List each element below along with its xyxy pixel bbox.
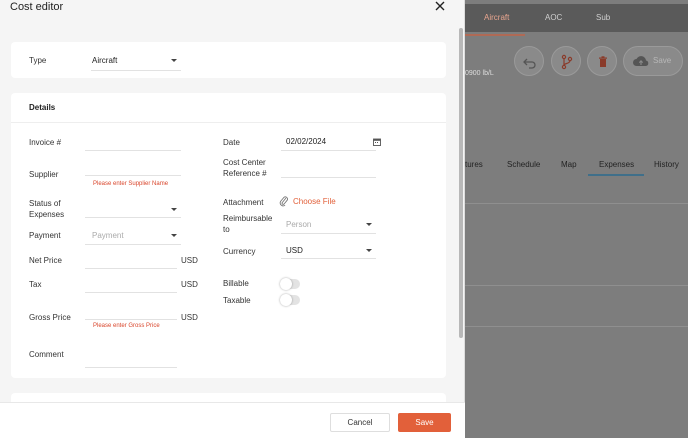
toggle-knob (280, 278, 292, 290)
subtab-features[interactable]: tures (465, 160, 483, 169)
subtab-schedule[interactable]: Schedule (507, 160, 540, 169)
paperclip-icon (279, 196, 288, 207)
tab-sub[interactable]: Sub (596, 13, 610, 22)
attachment-label: Attachment (223, 198, 264, 207)
subtab-underline (588, 174, 644, 176)
currency-value: USD (286, 246, 303, 255)
net-price-input[interactable] (85, 251, 177, 269)
background-save-label: Save (653, 56, 672, 65)
choose-file-label: Choose File (293, 197, 336, 206)
chevron-down-icon (366, 249, 372, 252)
billable-toggle[interactable] (280, 278, 300, 290)
choose-file-button[interactable]: Choose File (279, 195, 339, 209)
divider (465, 326, 688, 327)
branch-button[interactable] (551, 46, 581, 76)
divider (465, 203, 688, 204)
comment-label: Comment (29, 350, 64, 359)
close-icon[interactable] (433, 0, 447, 14)
chevron-down-icon (171, 208, 177, 211)
weight-text: 0900 lb/L (465, 70, 494, 77)
tax-unit: USD (181, 280, 198, 289)
supplier-input[interactable] (85, 159, 181, 177)
chevron-down-icon (171, 59, 177, 62)
details-card: Details Invoice # Supplier Please enter … (11, 93, 446, 378)
cancel-button[interactable]: Cancel (330, 413, 390, 432)
chevron-down-icon (171, 234, 177, 237)
currency-label: Currency (223, 247, 256, 256)
background-app: Aircraft AOC Sub 0900 lb/L Save tures Sc… (465, 0, 688, 438)
date-label: Date (223, 138, 240, 147)
date-input[interactable]: 02/02/2024 (281, 133, 381, 151)
undo-icon (523, 58, 536, 69)
gross-price-input[interactable] (85, 308, 177, 320)
cost-center-label: Cost Center Reference # (223, 158, 267, 178)
currency-select[interactable]: USD (281, 241, 376, 259)
tab-aoc[interactable]: AOC (545, 13, 562, 22)
reimbursable-select[interactable]: Person (281, 217, 376, 234)
supplier-error: Please enter Supplier Name (93, 181, 169, 187)
gross-price-unit: USD (181, 313, 198, 322)
background-tab-bar: Aircraft AOC Sub (465, 4, 688, 36)
supplier-label: Supplier (29, 170, 59, 179)
subtab-history[interactable]: History (654, 160, 679, 169)
net-price-label: Net Price (29, 256, 62, 265)
reimbursable-placeholder: Person (286, 220, 312, 229)
payment-label: Payment (29, 231, 61, 240)
cloud-upload-icon (633, 56, 649, 66)
type-label: Type (29, 56, 47, 65)
gross-price-error: Please enter Gross Price (93, 323, 160, 329)
type-value: Aircraft (92, 56, 118, 65)
tax-label: Tax (29, 280, 42, 289)
drawer-footer: Cancel Save (0, 402, 465, 438)
details-title: Details (29, 103, 56, 112)
type-card: Type Aircraft (11, 42, 446, 78)
status-label: Status of Expenses (29, 199, 65, 219)
taxable-toggle[interactable] (280, 294, 300, 306)
trash-icon (599, 56, 607, 67)
branch-icon (561, 54, 573, 70)
comment-input[interactable] (85, 347, 177, 368)
section-divider (11, 122, 446, 123)
divider (465, 285, 688, 286)
date-value: 02/02/2024 (286, 137, 327, 146)
cost-center-input[interactable] (281, 159, 376, 178)
status-select[interactable] (85, 198, 181, 218)
taxable-label: Taxable (223, 296, 251, 305)
tab-underline (465, 34, 525, 36)
payment-placeholder: Payment (92, 231, 124, 240)
chevron-down-icon (366, 223, 372, 226)
drawer-title: Cost editor (10, 1, 64, 13)
type-select[interactable]: Aircraft (91, 50, 181, 71)
reimbursable-label: Reimbursable to (223, 214, 273, 234)
billable-label: Billable (223, 279, 249, 288)
payment-select[interactable]: Payment (85, 227, 181, 245)
delete-button[interactable] (587, 46, 617, 76)
calendar-icon[interactable] (373, 138, 381, 146)
tab-aircraft[interactable]: Aircraft (484, 13, 509, 22)
save-button[interactable]: Save (398, 413, 451, 432)
scrollbar[interactable] (459, 28, 463, 338)
invoice-input[interactable] (85, 133, 181, 151)
subtab-map[interactable]: Map (561, 160, 577, 169)
invoice-label: Invoice # (29, 138, 62, 147)
background-save-button[interactable]: Save (623, 46, 683, 76)
toggle-knob (280, 294, 292, 306)
tax-input[interactable] (85, 275, 177, 293)
net-price-unit: USD (181, 256, 198, 265)
gross-price-label: Gross Price (29, 313, 71, 322)
subtab-expenses[interactable]: Expenses (599, 160, 634, 169)
undo-button[interactable] (514, 46, 544, 76)
cost-editor-drawer: Cost editor Type Aircraft Details Invoic… (0, 0, 465, 438)
